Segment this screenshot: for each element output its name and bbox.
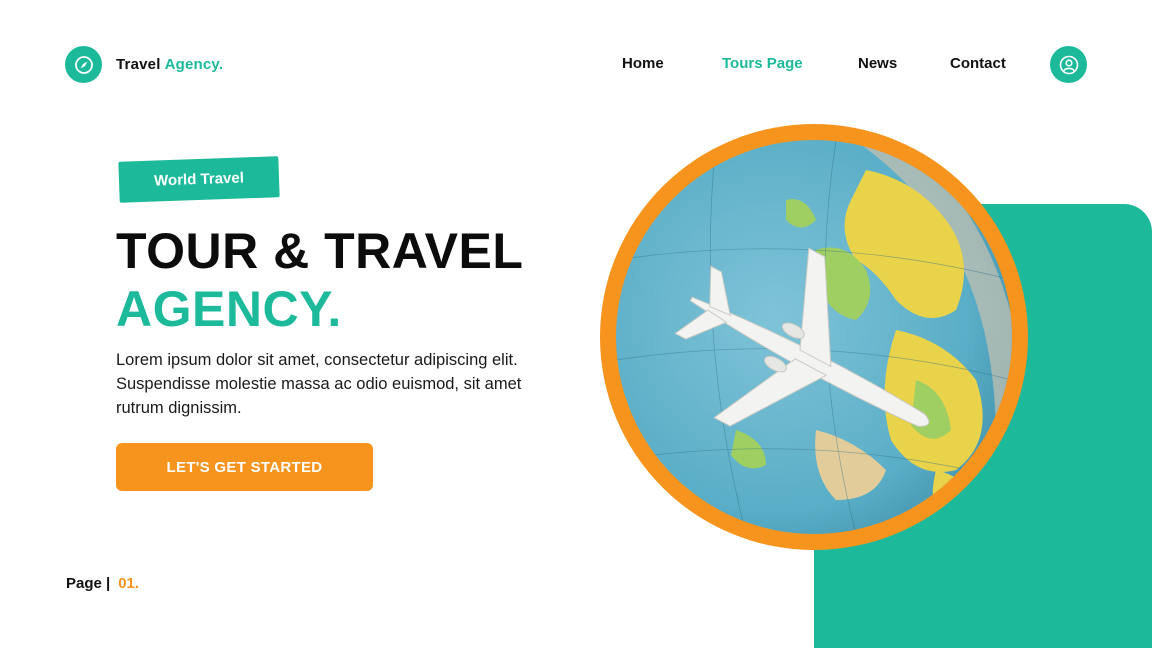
hero-image-frame: [600, 124, 1028, 550]
brand-name-accent: Agency.: [164, 56, 224, 73]
page-number: 01.: [118, 575, 140, 592]
nav-contact[interactable]: Contact: [950, 55, 1006, 72]
get-started-button[interactable]: LET'S GET STARTED: [116, 443, 373, 491]
page-indicator: Page | 01.: [66, 575, 139, 592]
globe-airplane-image: [616, 140, 1012, 534]
hero-description: Lorem ipsum dolor sit amet, consectetur …: [116, 351, 522, 417]
user-icon: [1059, 55, 1078, 74]
hero-title-line1: TOUR & TRAVEL: [116, 223, 524, 279]
page-label: Page |: [66, 575, 111, 592]
world-travel-badge: World Travel: [118, 156, 280, 203]
hero-title-line2: AGENCY.: [116, 281, 342, 337]
compass-icon: [65, 46, 102, 83]
brand-logo[interactable]: Travel Agency.: [65, 46, 223, 83]
user-account-button[interactable]: [1050, 46, 1087, 83]
nav-news[interactable]: News: [858, 55, 897, 72]
nav-home[interactable]: Home: [622, 55, 664, 72]
brand-name: Travel Agency.: [116, 56, 223, 73]
nav-tours-page[interactable]: Tours Page: [722, 55, 803, 72]
brand-name-main: Travel: [116, 56, 161, 73]
